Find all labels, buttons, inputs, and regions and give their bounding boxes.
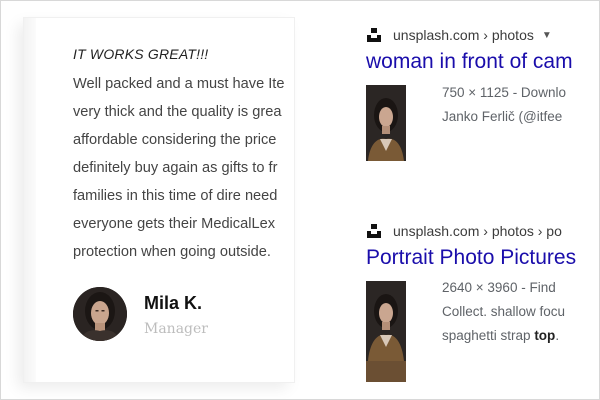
result-source[interactable]: unsplash.com › photos ▼ [366, 26, 552, 44]
review-line: everyone gets their MedicalLex [73, 216, 275, 232]
snippet-tags-text: spaghetti strap [442, 328, 535, 343]
review-body: Well packed and a must have Ite very thi… [73, 70, 295, 266]
review-line: definitely buy again as gifts to fr [73, 160, 278, 176]
snippet-dimensions: 2640 × 3960 - Find [442, 280, 556, 295]
card-edge-shadow [24, 18, 36, 382]
result-title-link[interactable]: Portrait Photo Pictures [366, 246, 576, 270]
result-thumbnail[interactable] [366, 281, 406, 382]
author-name: Mila K. [144, 293, 203, 313]
review-title: IT WORKS GREAT!!! [73, 46, 209, 62]
snippet-author: Janko Ferlič (@itfee [442, 109, 563, 124]
result-thumbnail[interactable] [366, 85, 406, 161]
portrait-thumbnail-image [366, 85, 406, 161]
review-line: Well packed and a must have Ite [73, 76, 285, 92]
snippet-description: Collect. shallow focu [442, 304, 566, 319]
result-title-link[interactable]: woman in front of cam [366, 50, 573, 74]
result-site: unsplash.com › photos › po [393, 223, 562, 239]
avatar-portrait [73, 287, 127, 341]
portrait-thumbnail-image [366, 281, 406, 382]
author-role: Manager [144, 321, 208, 337]
snippet-tags: spaghetti strap top. [442, 324, 580, 348]
result-site: unsplash.com › photos [393, 27, 534, 43]
unsplash-icon [367, 224, 381, 238]
snippet-tags-end: . [555, 328, 560, 343]
snippet-bold-term: top [534, 328, 556, 343]
avatar [73, 287, 127, 341]
snippet-dimensions: 750 × 1125 - Downlo [442, 85, 566, 100]
result-source[interactable]: unsplash.com › photos › po [366, 222, 562, 240]
result-snippet: 750 × 1125 - Downlo Janko Ferlič (@itfee [442, 81, 580, 129]
image-search-results: unsplash.com › photos ▼ woman in front o… [366, 0, 580, 400]
unsplash-icon [367, 28, 381, 42]
review-line: affordable considering the price [73, 132, 277, 148]
result-snippet: 2640 × 3960 - Find Collect. shallow focu… [442, 276, 580, 348]
review-line: very thick and the quality is grea [73, 104, 282, 120]
review-line: protection when going outside. [73, 244, 271, 260]
caret-down-icon[interactable]: ▼ [542, 30, 552, 41]
review-line: families in this time of dire need [73, 188, 278, 204]
